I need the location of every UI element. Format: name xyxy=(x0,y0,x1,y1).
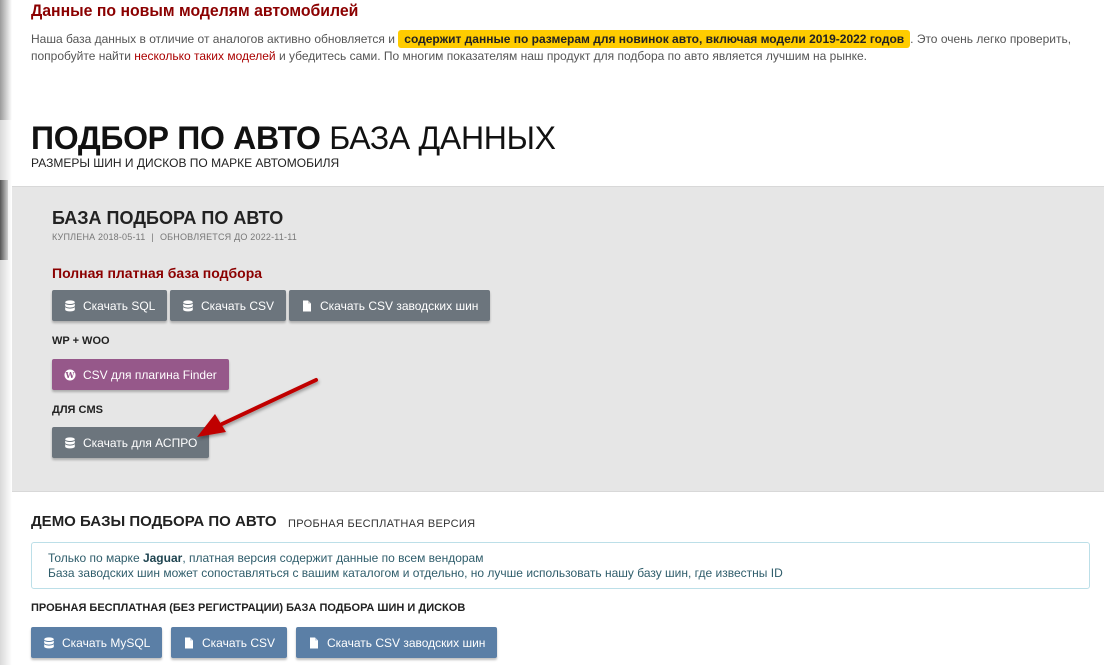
database-icon xyxy=(43,636,55,649)
demo-download-mysql-button[interactable]: Скачать MySQL xyxy=(31,627,163,658)
download-sql-button[interactable]: Скачать SQL xyxy=(52,290,168,321)
file-icon xyxy=(301,300,313,312)
panel-meta: КУПЛЕНА 2018-05-11 | ОБНОВЛЯЕТСЯ ДО 2022-1… xyxy=(52,232,297,242)
wordpress-icon: W xyxy=(64,369,76,381)
info-brand: Jaguar xyxy=(142,551,183,565)
meta-updated: ОБНОВЛЯЕТСЯ ДО 2022-11-11 xyxy=(159,232,297,242)
demo-download-mysql-label: Скачать MySQL xyxy=(62,635,151,650)
demo-download-csv-label: Скачать CSV xyxy=(202,635,276,650)
cms-label: ДЛЯ CMS xyxy=(52,404,103,416)
wp-woo-label: WP + WOO xyxy=(52,335,110,347)
info-line-1: Только по марке Jaguar, платная версия с… xyxy=(48,551,1073,566)
panel-title: БАЗА ПОДБОРА ПО АВТО xyxy=(52,208,284,228)
hero-title-bold: ПОДБОР ПО АВТО xyxy=(31,120,321,156)
hero-title-light: БАЗА ДАННЫХ xyxy=(320,120,556,156)
database-icon xyxy=(64,436,76,449)
demo-download-csv-factory-label: Скачать CSV заводских шин xyxy=(327,635,486,650)
download-csv-label: Скачать CSV xyxy=(201,298,275,313)
meta-bought: КУПЛЕНА 2018-05-11 xyxy=(52,232,146,242)
demo-subtitle: ПРОБНАЯ БЕСПЛАТНАЯ ВЕРСИЯ xyxy=(288,518,476,530)
intro-text-after: и убедитесь сами. По многим показателям … xyxy=(275,49,868,63)
intro-text-before: Наша база данных в отличие от аналогов а… xyxy=(31,32,399,46)
info-line-2: База заводских шин может сопоставляться … xyxy=(48,566,783,580)
paid-label: Полная платная база подбора xyxy=(52,265,263,281)
demo-info-box: Только по марке Jaguar, платная версия с… xyxy=(31,542,1090,589)
intro-text: Наша база данных в отличие от аналогов а… xyxy=(31,30,1086,65)
svg-text:W: W xyxy=(65,370,76,380)
database-icon xyxy=(182,299,194,312)
file-icon xyxy=(183,637,195,649)
csv-finder-plugin-button[interactable]: W CSV для плагина Finder xyxy=(52,359,229,390)
info-line-1-after: , платная версия содержит данные по всем… xyxy=(182,551,484,565)
hero-subtitle: РАЗМЕРЫ ШИН И ДИСКОВ ПО МАРКЕ АВТОМОБИЛЯ xyxy=(31,156,340,170)
page-content: Данные по новым моделям автомобилей Наша… xyxy=(0,0,1104,665)
download-aspro-label: Скачать для АСПРО xyxy=(83,435,198,450)
intro-highlight: содержит данные по размерам для новинок … xyxy=(398,30,911,48)
download-csv-button[interactable]: Скачать CSV xyxy=(170,290,287,321)
download-csv-factory-label: Скачать CSV заводских шин xyxy=(320,298,479,313)
demo-title: ДЕМО БАЗЫ ПОДБОРА ПО АВТО xyxy=(31,513,277,530)
demo-download-csv-button[interactable]: Скачать CSV xyxy=(171,627,288,658)
hero-title: ПОДБОР ПО АВТО БАЗА ДАННЫХ xyxy=(31,118,556,158)
info-line-1-before: Только по марке xyxy=(48,551,143,565)
database-icon xyxy=(64,299,76,312)
download-aspro-button[interactable]: Скачать для АСПРО xyxy=(52,427,210,458)
file-icon xyxy=(308,637,320,649)
download-csv-factory-tires-button[interactable]: Скачать CSV заводских шин xyxy=(289,290,491,321)
demo-download-csv-factory-tires-button[interactable]: Скачать CSV заводских шин xyxy=(296,627,498,658)
meta-separator: | xyxy=(151,232,154,242)
demo-free-label: ПРОБНАЯ БЕСПЛАТНАЯ (БЕЗ РЕГИСТРАЦИИ) БАЗ… xyxy=(31,602,466,614)
intro-title: Данные по новым моделям автомобилей xyxy=(31,1,359,20)
download-sql-label: Скачать SQL xyxy=(83,298,156,313)
models-link[interactable]: несколько таких моделей xyxy=(134,49,275,63)
csv-finder-label: CSV для плагина Finder xyxy=(83,367,217,382)
